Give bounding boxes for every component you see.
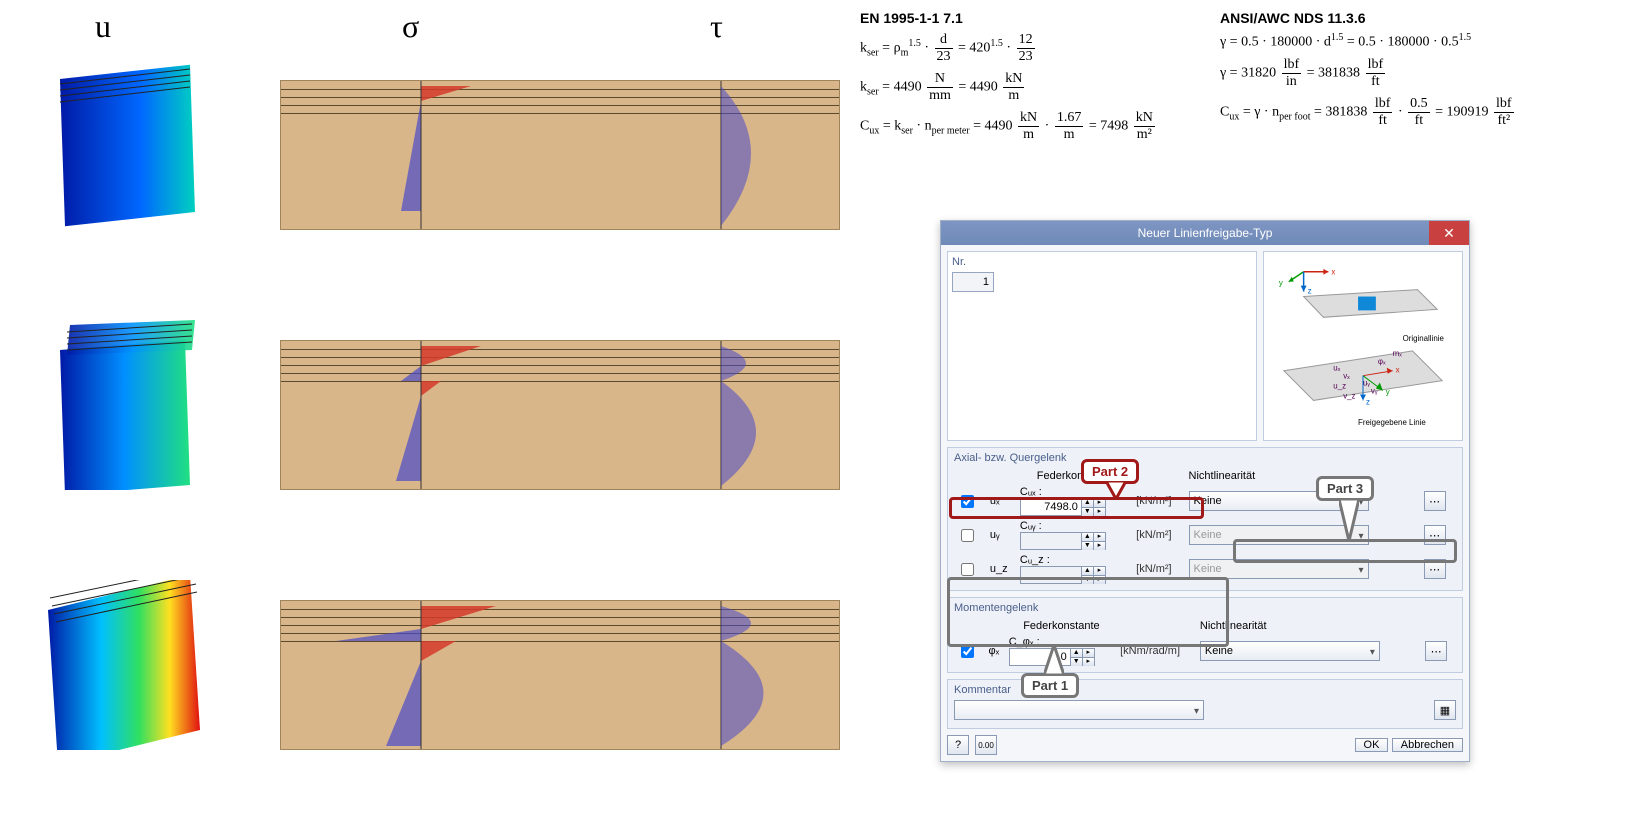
label-tau: τ (710, 8, 723, 45)
moment-phix-clabel: C_φₓ : (1009, 636, 1040, 648)
beam-2 (280, 340, 840, 490)
us-title: ANSI/AWC NDS 11.3.6 (1220, 10, 1640, 26)
svg-text:x: x (1396, 366, 1400, 375)
u-plot-3 (40, 580, 200, 750)
moment-phix-stepper[interactable]: ▸▸ (1083, 648, 1095, 666)
svg-text:φₓ: φₓ (1378, 357, 1386, 366)
moment-section: Momentengelenk Federkonstante Nichtlinea… (947, 597, 1463, 673)
axial-ux-checkbox[interactable] (961, 495, 974, 508)
dialog-title: Neuer Linienfreigabe-Typ (1138, 226, 1273, 240)
svg-text:x: x (1331, 268, 1335, 277)
axial-uz-spinner: ▲▼ (1082, 566, 1094, 584)
help-icon[interactable]: ? (947, 735, 969, 755)
nr-label: Nr. (952, 256, 1252, 268)
svg-text:uᵧ: uᵧ (1363, 379, 1370, 388)
axial-ux-spinner[interactable]: ▲▼ (1082, 498, 1094, 516)
svg-text:Originallinie: Originallinie (1403, 334, 1445, 343)
axial-uz-unit: [kN/m²] (1133, 552, 1185, 586)
moment-row-phix: φₓ C_φₓ : ▲▼ ▸▸ [kNm/rad/m] Keine ⋯ (954, 634, 1456, 668)
axial-row-uz: u_z Cᵤ_z : ▲▼ ▸▸ [kN/m²] Keine ⋯ (954, 552, 1456, 586)
axial-uz-clabel: Cᵤ_z : (1020, 554, 1050, 566)
svg-text:Freigegebene Linie: Freigegebene Linie (1358, 418, 1426, 427)
svg-text:z: z (1366, 397, 1370, 406)
axial-uy-name: uᵧ (987, 518, 1017, 552)
axial-ux-unit: [kN/m²] (1133, 484, 1185, 518)
moment-phix-nonlinear[interactable]: Keine (1200, 641, 1380, 661)
axial-uy-edit-icon: ⋯ (1424, 525, 1446, 545)
axial-section: Axial- bzw. Quergelenk Federkonstante Ni… (947, 447, 1463, 591)
units-icon[interactable]: 0.00 (975, 735, 997, 755)
svg-text:uₓ: uₓ (1333, 364, 1340, 373)
moment-fed-label: Federkonstante (1006, 618, 1117, 634)
svg-text:y: y (1279, 279, 1283, 288)
beam-1 (280, 80, 840, 230)
moment-phix-name: φₓ (985, 634, 1005, 668)
nr-input[interactable] (952, 272, 994, 292)
eu-line1: kser = ρm1.5 · d23 = 4201.5 · 1223 (860, 32, 1220, 65)
cancel-button[interactable]: Abbrechen (1392, 738, 1463, 752)
moment-phix-value[interactable] (1009, 648, 1071, 666)
beam-3 (280, 600, 840, 750)
moment-title: Momentengelenk (954, 602, 1456, 614)
svg-text:z: z (1308, 287, 1312, 296)
axis-diagram: x y z Originallinie x y z mₓ (1263, 251, 1463, 441)
nl-label: Nichtlinearität (1186, 468, 1421, 484)
axial-ux-stepper[interactable]: ▸▸ (1094, 498, 1106, 516)
close-icon[interactable]: ✕ (1429, 221, 1469, 245)
axial-uy-clabel: Cᵤᵧ : (1020, 520, 1042, 532)
eu-title: EN 1995-1-1 7.1 (860, 10, 1220, 26)
comment-combo[interactable] (954, 700, 1204, 720)
fed-label: Federkonstante (1017, 468, 1133, 484)
svg-text:mₓ: mₓ (1393, 349, 1403, 358)
axial-uy-stepper: ▸▸ (1094, 532, 1106, 550)
moment-phix-spinner[interactable]: ▲▼ (1071, 648, 1083, 666)
formula-block: EN 1995-1-1 7.1 kser = ρm1.5 · d23 = 420… (860, 10, 1630, 210)
u-plot-2 (40, 320, 200, 490)
svg-text:u_z: u_z (1333, 382, 1346, 391)
comment-section: Kommentar ▦ (947, 679, 1463, 729)
label-u: u (95, 8, 111, 45)
axial-title: Axial- bzw. Quergelenk (954, 452, 1456, 464)
axial-uy-checkbox[interactable] (961, 529, 974, 542)
axial-uz-stepper: ▸▸ (1094, 566, 1106, 584)
comment-pick-icon[interactable]: ▦ (1434, 700, 1456, 720)
axial-uz-checkbox[interactable] (961, 563, 974, 576)
ok-button[interactable]: OK (1355, 738, 1389, 752)
axial-ux-name: uₓ (987, 484, 1017, 518)
us-line2: γ = 31820 lbfin = 381838 lbfft (1220, 57, 1640, 90)
moment-phix-checkbox[interactable] (961, 645, 974, 658)
us-line1: γ = 0.5 · 180000 · d1.5 = 0.5 · 180000 ·… (1220, 32, 1640, 51)
svg-text:vₓ: vₓ (1343, 372, 1350, 381)
axial-uz-nonlinear: Keine (1189, 559, 1369, 579)
moment-nl-label: Nichtlinearität (1197, 618, 1422, 634)
axial-uy-spinner: ▲▼ (1082, 532, 1094, 550)
axial-uz-name: u_z (987, 552, 1017, 586)
axial-uy-unit: [kN/m²] (1133, 518, 1185, 552)
eu-line2: kser = 4490 Nmm = 4490 kNm (860, 71, 1220, 104)
dialog-titlebar[interactable]: Neuer Linienfreigabe-Typ ✕ (941, 221, 1469, 245)
svg-text:v_z: v_z (1343, 391, 1355, 400)
axial-row-ux: uₓ Cᵤₓ : ▲▼ ▸▸ [kN/m²] Keine ⋯ (954, 484, 1456, 518)
label-sigma: σ (402, 8, 419, 45)
comment-title: Kommentar (954, 684, 1456, 696)
svg-text:vᵧ: vᵧ (1371, 386, 1378, 395)
axial-row-uy: uᵧ Cᵤᵧ : ▲▼ ▸▸ [kN/m²] Keine ⋯ (954, 518, 1456, 552)
axial-uz-edit-icon: ⋯ (1424, 559, 1446, 579)
axial-uy-nonlinear: Keine (1189, 525, 1369, 545)
nr-box: Nr. (947, 251, 1257, 441)
eu-line3: Cux = kser · nper meter = 4490 kNm · 1.6… (860, 110, 1220, 143)
axial-uy-value (1020, 532, 1082, 550)
u-plot-1 (40, 60, 200, 230)
axial-ux-edit-icon[interactable]: ⋯ (1424, 491, 1446, 511)
axial-ux-value[interactable] (1020, 498, 1082, 516)
dialog-line-release: Neuer Linienfreigabe-Typ ✕ Nr. x y z (940, 220, 1470, 762)
svg-text:y: y (1386, 387, 1390, 396)
diagram-area (20, 50, 870, 830)
axial-uz-value (1020, 566, 1082, 584)
axial-ux-nonlinear[interactable]: Keine (1189, 491, 1369, 511)
moment-phix-unit: [kNm/rad/m] (1117, 634, 1197, 668)
moment-phix-edit-icon[interactable]: ⋯ (1425, 641, 1447, 661)
axial-ux-clabel: Cᵤₓ : (1020, 486, 1042, 498)
us-line3: Cux = γ · nper foot = 381838 lbfft · 0.5… (1220, 96, 1640, 129)
